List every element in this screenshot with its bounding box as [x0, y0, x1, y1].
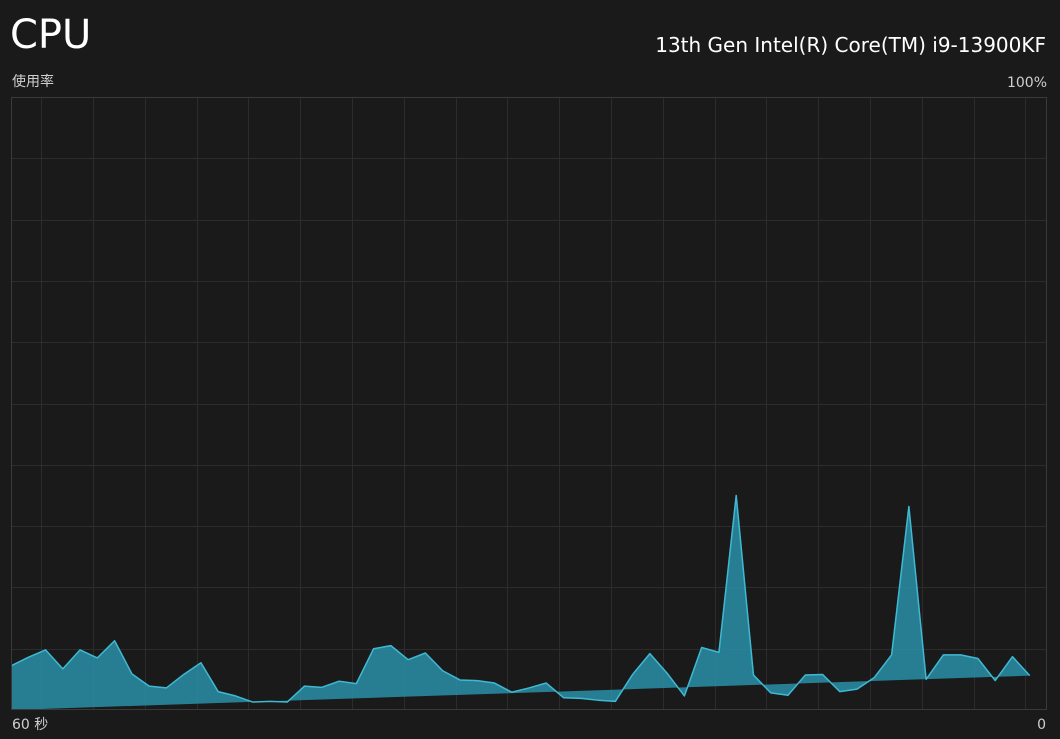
cpu-usage-graph — [11, 97, 1047, 710]
cpu-usage-area — [11, 495, 1030, 710]
cpu-usage-graph-svg — [11, 97, 1047, 710]
graph-border — [11, 97, 1047, 710]
y-axis-label: 使用率 — [12, 74, 54, 90]
x-axis-right-label: 0 — [1037, 717, 1046, 733]
cpu-performance-panel: CPU 13th Gen Intel(R) Core(TM) i9-13900K… — [0, 0, 1060, 739]
x-axis-left-label: 60 秒 — [12, 717, 49, 733]
page-title: CPU — [10, 12, 92, 58]
y-axis-max-label: 100% — [1006, 75, 1047, 91]
processor-name: 13th Gen Intel(R) Core(TM) i9-13900KF — [655, 33, 1046, 57]
